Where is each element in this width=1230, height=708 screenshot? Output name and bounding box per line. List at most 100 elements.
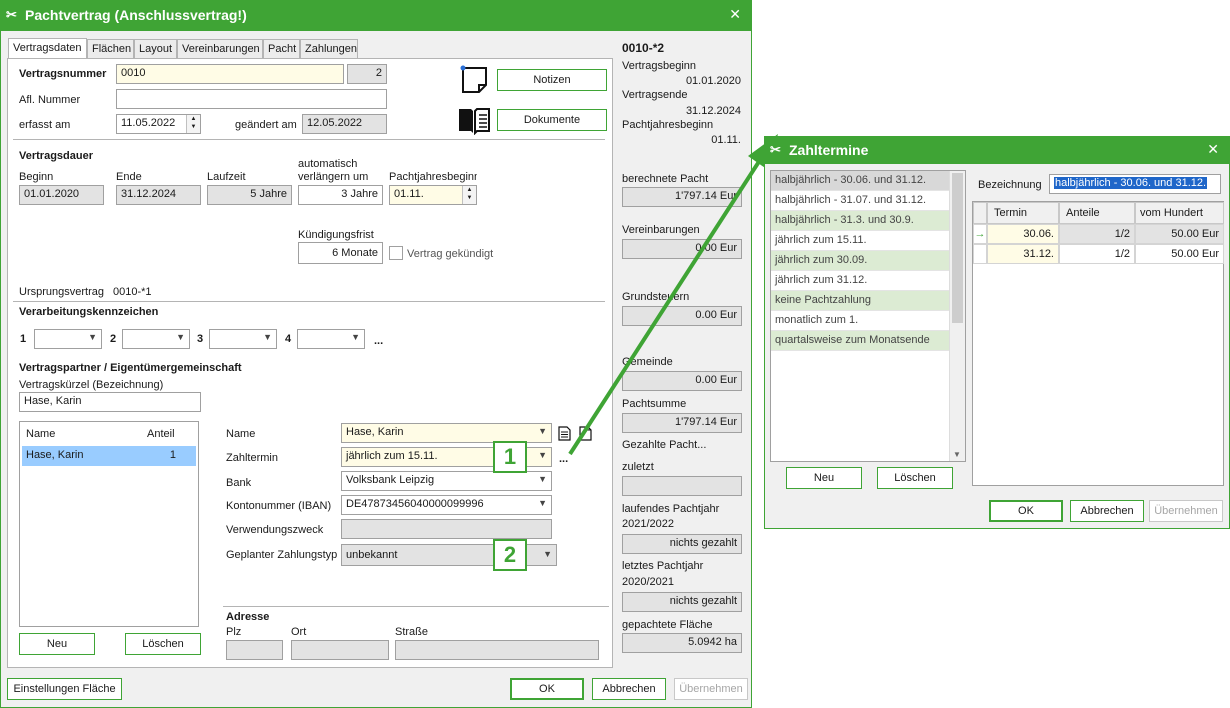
terms-grid[interactable]: Termin Anteile vom Hundert → 30.06. 1/2 … bbox=[972, 201, 1224, 486]
dialog-new-button[interactable]: Neu bbox=[786, 467, 862, 489]
document-icon[interactable] bbox=[579, 426, 592, 441]
list-item[interactable]: Hase, Karin 1 bbox=[22, 446, 196, 466]
partner-name: Hase, Karin bbox=[26, 449, 84, 461]
summary-current-label-2: 2021/2022 bbox=[622, 518, 674, 530]
list-item[interactable]: jährlich zum 15.11. bbox=[771, 231, 949, 251]
divider bbox=[13, 139, 605, 140]
grid-header-anteile: Anteile bbox=[1059, 202, 1135, 224]
contract-number-label: Vertragsnummer bbox=[19, 68, 107, 80]
grid-cell-termin[interactable]: 30.06. bbox=[987, 224, 1059, 244]
grid-cell-hundert[interactable]: 50.00 Eur bbox=[1135, 244, 1224, 264]
tab-vertragsdaten[interactable]: Vertragsdaten bbox=[8, 38, 87, 58]
summary-sum-value: 1'797.14 Eur bbox=[622, 413, 742, 433]
begin-label: Beginn bbox=[19, 171, 54, 183]
changed-date-field: 12.05.2022 bbox=[302, 114, 387, 134]
cancel-button[interactable]: Abbrechen bbox=[592, 678, 666, 700]
summary-sum-label: Pachtsumme bbox=[622, 398, 687, 410]
summary-current-label-1: laufendes Pachtjahr bbox=[622, 503, 720, 515]
list-item[interactable]: quartalsweise zum Monatsende bbox=[771, 331, 949, 351]
list-item[interactable]: jährlich zum 31.12. bbox=[771, 271, 949, 291]
partner-share: 1 bbox=[169, 449, 176, 461]
book-icon[interactable] bbox=[457, 105, 491, 135]
contract-number-field[interactable]: 0010 bbox=[116, 64, 344, 84]
paytype-value: unbekannt bbox=[346, 549, 398, 561]
purpose-field bbox=[341, 519, 552, 539]
leaseyear-field[interactable]: 01.11. ▲ ▼ bbox=[389, 185, 477, 205]
grid-cell-anteile[interactable]: 1/2 bbox=[1059, 244, 1135, 264]
summary-tax-label: Grundsteuern bbox=[622, 291, 690, 303]
iban-value: DE47873456040000099996 bbox=[346, 498, 484, 510]
spinner-icon[interactable]: ▲ ▼ bbox=[462, 186, 476, 204]
end-field: 31.12.2024 bbox=[116, 185, 201, 205]
street-field bbox=[395, 640, 599, 660]
dialog-cancel-button[interactable]: Abbrechen bbox=[1070, 500, 1144, 522]
afl-number-field[interactable] bbox=[116, 89, 387, 109]
processing-more-button[interactable]: ... bbox=[374, 335, 383, 347]
close-icon[interactable]: ✕ bbox=[729, 6, 741, 23]
processing-select-1[interactable]: ▼ bbox=[34, 329, 102, 349]
leaseyear-value: 01.11. bbox=[394, 188, 424, 200]
scrollbar-thumb[interactable] bbox=[952, 173, 963, 323]
tab-vereinbarungen[interactable]: Vereinbarungen bbox=[177, 39, 263, 58]
partner-new-button[interactable]: Neu bbox=[19, 633, 95, 655]
list-item[interactable]: jährlich zum 30.09. bbox=[771, 251, 949, 271]
callout-1: 1 bbox=[493, 441, 527, 473]
auto-extend-label-1: automatisch bbox=[298, 158, 358, 170]
plz-field bbox=[226, 640, 283, 660]
created-date-field[interactable]: 11.05.2022 ▲ ▼ bbox=[116, 114, 201, 134]
short-name-label: Vertragskürzel (Bezeichnung) bbox=[19, 379, 164, 391]
divider bbox=[223, 606, 609, 607]
processing-select-2[interactable]: ▼ bbox=[122, 329, 190, 349]
leaseyear-label: Pachtjahresbeginn bbox=[389, 171, 477, 183]
designation-field[interactable]: halbjährlich - 30.06. und 31.12. bbox=[1049, 174, 1221, 194]
payterm-more-button[interactable]: ... bbox=[559, 453, 568, 465]
short-name-field[interactable]: Hase, Karin bbox=[19, 392, 201, 412]
documents-button[interactable]: Dokumente bbox=[497, 109, 607, 131]
grid-cell-anteile[interactable]: 1/2 bbox=[1059, 224, 1135, 244]
scrollbar[interactable]: ▼ bbox=[949, 171, 965, 461]
summary-community-value: 0.00 Eur bbox=[622, 371, 742, 391]
terminated-checkbox[interactable] bbox=[389, 246, 403, 260]
document-list-icon[interactable] bbox=[558, 426, 571, 441]
partner-delete-button[interactable]: Löschen bbox=[125, 633, 201, 655]
grid-cell-hundert[interactable]: 50.00 Eur bbox=[1135, 224, 1224, 244]
summary-leaseyear-value: 01.11. bbox=[711, 134, 741, 146]
close-icon[interactable]: ✕ bbox=[1207, 141, 1219, 158]
scroll-down-icon[interactable]: ▼ bbox=[953, 450, 961, 459]
chevron-down-icon: ▼ bbox=[538, 450, 547, 460]
bank-select[interactable]: Volksbank Leipzig ▼ bbox=[341, 471, 552, 491]
chevron-down-icon: ▼ bbox=[538, 426, 547, 436]
grid-cell-termin[interactable]: 31.12. bbox=[987, 244, 1059, 264]
auto-extend-field[interactable]: 3 Jahre bbox=[298, 185, 383, 205]
tab-layout[interactable]: Layout bbox=[134, 39, 177, 58]
dialog-delete-button[interactable]: Löschen bbox=[877, 467, 953, 489]
ok-button[interactable]: OK bbox=[510, 678, 584, 700]
dialog-apply-button: Übernehmen bbox=[1149, 500, 1223, 522]
summary-agree-label: Vereinbarungen bbox=[622, 224, 700, 236]
list-item[interactable]: halbjährlich - 31.07. und 31.12. bbox=[771, 191, 949, 211]
summary-tax-value: 0.00 Eur bbox=[622, 306, 742, 326]
dialog-ok-button[interactable]: OK bbox=[989, 500, 1063, 522]
list-item[interactable]: monatlich zum 1. bbox=[771, 311, 949, 331]
tab-zahlungen[interactable]: Zahlungen bbox=[300, 39, 358, 58]
processing-select-4[interactable]: ▼ bbox=[297, 329, 365, 349]
tab-pacht[interactable]: Pacht bbox=[263, 39, 300, 58]
list-item[interactable]: keine Pachtzahlung bbox=[771, 291, 949, 311]
partner-list-header-name: Name bbox=[26, 428, 56, 440]
notice-field[interactable]: 6 Monate bbox=[298, 242, 383, 264]
list-item[interactable]: halbjährlich - 30.06. und 31.12. bbox=[771, 171, 949, 191]
notes-button[interactable]: Notizen bbox=[497, 69, 607, 91]
payment-terms-list[interactable]: halbjährlich - 30.06. und 31.12. halbjähr… bbox=[770, 170, 966, 462]
list-item[interactable]: halbjährlich - 31.3. und 30.9. bbox=[771, 211, 949, 231]
summary-leaseyear-label: Pachtjahresbeginn bbox=[622, 119, 714, 131]
partner-list-header-share: Anteil bbox=[147, 428, 175, 440]
partner-list[interactable]: Name Anteil Hase, Karin 1 bbox=[19, 421, 199, 627]
note-icon[interactable] bbox=[460, 65, 490, 95]
spinner-icon[interactable]: ▲ ▼ bbox=[186, 115, 200, 133]
paytype-label: Geplanter Zahlungstyp bbox=[226, 549, 338, 561]
iban-select[interactable]: DE47873456040000099996 ▼ bbox=[341, 495, 552, 515]
processing-select-3[interactable]: ▼ bbox=[209, 329, 277, 349]
settings-area-button[interactable]: Einstellungen Fläche bbox=[7, 678, 122, 700]
name-select[interactable]: Hase, Karin ▼ bbox=[341, 423, 552, 443]
tab-flaechen[interactable]: Flächen bbox=[87, 39, 134, 58]
